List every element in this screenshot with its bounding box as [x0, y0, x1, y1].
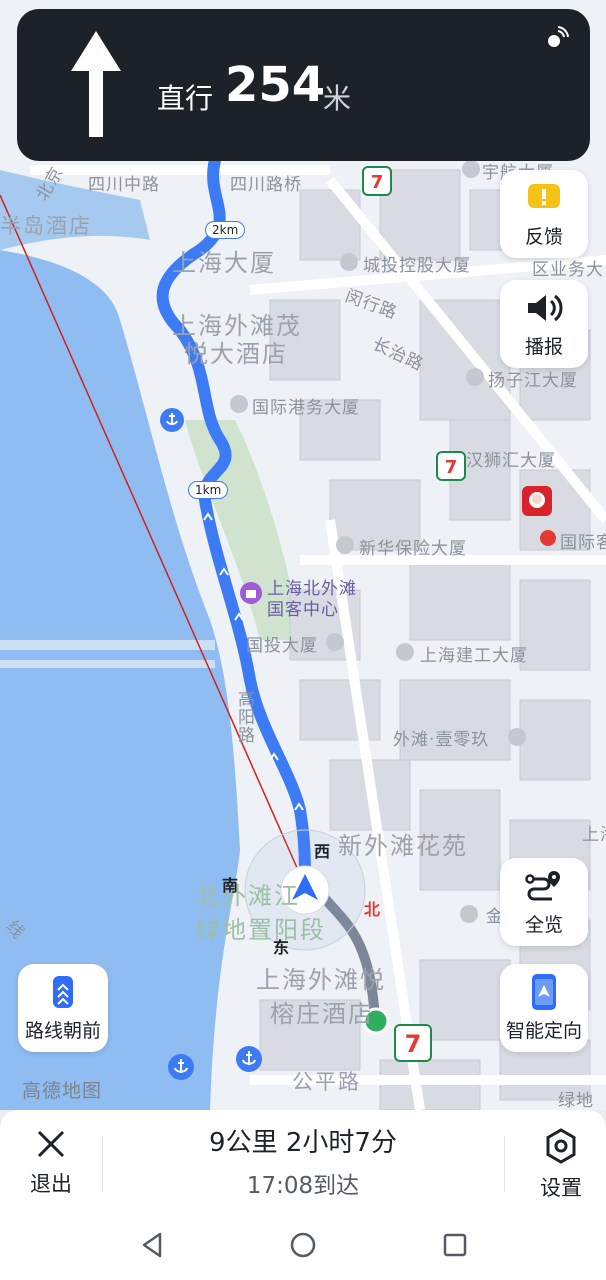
map-label-poi: 榕庄酒店 — [270, 1000, 374, 1028]
map-label-poi: 新外滩花苑 — [338, 832, 468, 860]
settings-label: 设置 — [540, 1176, 582, 1200]
close-icon — [37, 1130, 65, 1158]
kfc-poi-icon[interactable] — [522, 486, 552, 516]
straight-arrow-icon — [71, 31, 121, 137]
arrival-time: 17:08到达 — [246, 1173, 360, 1199]
svg-text:7: 7 — [445, 457, 458, 478]
phone-orientation-icon — [524, 973, 564, 1010]
map-label-road: 四川中路 — [88, 175, 160, 195]
building-poi-icon[interactable] — [466, 368, 484, 386]
amap-logo: 高德地图 — [22, 1080, 103, 1102]
instruction-text: 直行 — [157, 82, 214, 115]
map-label-road: 四川路桥 — [230, 175, 302, 195]
building-poi-icon[interactable] — [508, 728, 526, 746]
settings-button[interactable]: 设置 — [530, 1128, 592, 1202]
building-poi-icon[interactable] — [460, 905, 478, 923]
divider — [504, 1136, 505, 1192]
distance-value: 254 — [225, 57, 326, 113]
building-poi-icon[interactable] — [396, 643, 414, 661]
compass-east-label: 东 — [273, 938, 290, 957]
seven-eleven-poi-icon[interactable]: 7 — [362, 166, 392, 196]
feedback-label: 反馈 — [524, 225, 563, 248]
anchor-poi-icon[interactable] — [236, 1046, 262, 1072]
compass-west-label: 西 — [314, 842, 331, 861]
map-label-poi: 国际客 — [560, 533, 606, 553]
smart-orientation-label: 智能定向 — [505, 1019, 582, 1042]
overview-label: 全览 — [524, 913, 563, 936]
seven-eleven-poi-icon[interactable]: 7 — [436, 451, 466, 481]
map-label-poi: 半岛酒店 — [0, 214, 92, 238]
svg-text:7: 7 — [405, 1030, 422, 1058]
route-overview-icon — [524, 868, 564, 904]
anchor-poi-icon[interactable] — [160, 408, 184, 432]
map-label-poi: 外滩·壹零玖 — [393, 730, 490, 750]
map-label-poi: 国投大厦 — [246, 636, 318, 656]
speaker-icon — [524, 290, 564, 326]
map-label-poi: 上海建工大厦 — [420, 646, 528, 666]
turn-instruction-banner[interactable]: 直行 254 米 — [17, 9, 590, 161]
home-icon[interactable] — [288, 1230, 318, 1260]
system-navigation-bar — [0, 1212, 606, 1280]
map-label-poi: 上海 — [582, 825, 606, 845]
compass-south-label: 南 — [222, 876, 239, 895]
route-forward-label: 路线朝前 — [24, 1019, 101, 1042]
gps-signal-icon — [548, 26, 569, 47]
feedback-icon — [524, 180, 564, 216]
svg-text:7: 7 — [371, 172, 384, 193]
broadcast-button[interactable]: 播报 — [500, 280, 588, 368]
map-label-park: 北外滩江 — [196, 882, 300, 910]
compass-north-label: 北 — [364, 900, 381, 919]
map-label-park: 绿地置阳段 — [196, 916, 326, 944]
building-poi-icon[interactable] — [230, 395, 248, 413]
map-label-poi: 上海外滩悦 — [256, 966, 386, 994]
map-label-poi: 绿地 — [558, 1091, 594, 1110]
building-poi-icon[interactable] — [326, 633, 344, 651]
shopping-poi-icon[interactable] — [240, 582, 262, 604]
distance-unit: 米 — [323, 82, 352, 115]
gear-icon — [546, 1128, 576, 1164]
map-label-poi: 扬子江大厦 — [488, 371, 578, 391]
smart-orientation-button[interactable]: 智能定向 — [500, 964, 588, 1052]
building-poi-icon[interactable] — [462, 160, 480, 178]
anchor-poi-icon[interactable] — [168, 1054, 194, 1080]
feedback-button[interactable]: 反馈 — [500, 170, 588, 258]
route-forward-icon — [43, 974, 83, 1010]
map-label-road: 高阳路 — [234, 690, 254, 744]
exit-button[interactable]: 退出 — [20, 1128, 82, 1198]
map-label-poi: 上海大厦 — [172, 249, 276, 277]
divider — [102, 1136, 103, 1192]
exit-label: 退出 — [30, 1172, 72, 1196]
trip-info-panel: 退出 9公里 2小时7分 17:08到达 设置 — [0, 1110, 606, 1212]
back-icon[interactable] — [138, 1230, 168, 1260]
distance-marker-1km: 1km — [188, 481, 229, 499]
seven-eleven-poi-icon[interactable]: 7 — [394, 1024, 432, 1062]
map-label-poi: 汉狮汇大厦 — [466, 451, 556, 471]
map-label-poi: 国客中心 — [267, 600, 339, 620]
recents-icon[interactable] — [440, 1230, 470, 1260]
map-label-poi: 城投控股大厦 — [363, 256, 471, 276]
route-forward-button[interactable]: 路线朝前 — [18, 964, 108, 1052]
map-label-poi: 悦大酒店 — [184, 340, 288, 368]
metro-poi-icon[interactable] — [540, 530, 556, 546]
map-label-poi: 区业务大 — [532, 260, 604, 280]
map-label-road: 公平路 — [292, 1070, 361, 1094]
map-label-poi: 新华保险大厦 — [359, 539, 467, 559]
distance-marker-2km: 2km — [205, 221, 246, 239]
overview-button[interactable]: 全览 — [500, 858, 588, 946]
broadcast-label: 播报 — [524, 335, 563, 358]
map-label-poi: 国际港务大厦 — [252, 398, 360, 418]
trip-summary: 9公里 2小时7分 — [209, 1128, 397, 1158]
building-poi-icon[interactable] — [340, 253, 358, 271]
building-poi-icon[interactable] — [336, 536, 354, 554]
